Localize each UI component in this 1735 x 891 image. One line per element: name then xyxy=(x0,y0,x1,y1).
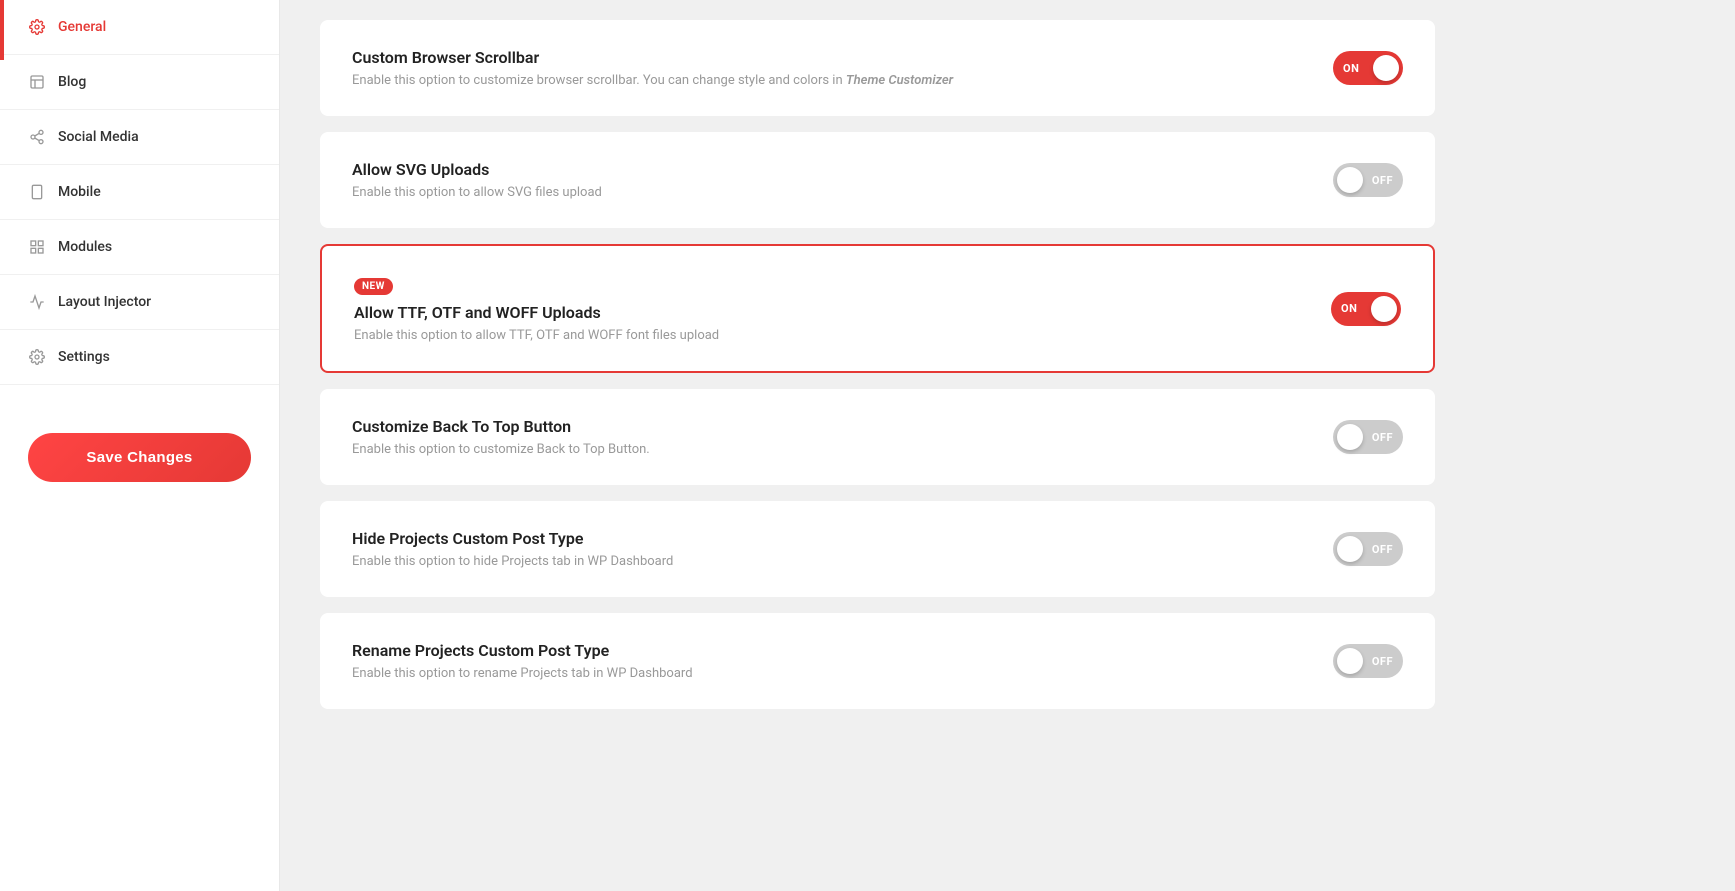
sidebar-item-settings[interactable]: Settings xyxy=(0,330,279,385)
toggle-container-allow-svg: OFF xyxy=(1333,163,1403,197)
card-text-allow-ttf-otf-woff: NEW Allow TTF, OTF and WOFF Uploads Enab… xyxy=(354,274,719,343)
card-text-allow-svg: Allow SVG Uploads Enable this option to … xyxy=(352,160,602,200)
card-title-rename-projects: Rename Projects Custom Post Type xyxy=(352,641,693,660)
save-changes-button[interactable]: Save Changes xyxy=(28,433,251,482)
card-text-rename-projects: Rename Projects Custom Post Type Enable … xyxy=(352,641,693,681)
toggle-knob xyxy=(1371,296,1397,322)
toggle-hide-projects[interactable]: OFF xyxy=(1333,532,1403,566)
card-desc-allow-ttf-otf-woff: Enable this option to allow TTF, OTF and… xyxy=(354,328,719,343)
toggle-knob xyxy=(1373,55,1399,81)
modules-icon xyxy=(28,238,46,256)
card-title-allow-svg: Allow SVG Uploads xyxy=(352,160,602,179)
card-desc-rename-projects: Enable this option to rename Projects ta… xyxy=(352,666,693,681)
toggle-container-back-to-top: OFF xyxy=(1333,420,1403,454)
blog-icon xyxy=(28,73,46,91)
sidebar-item-mobile[interactable]: Mobile xyxy=(0,165,279,220)
card-title-back-to-top: Customize Back To Top Button xyxy=(352,417,650,436)
sidebar-item-modules-label: Modules xyxy=(58,239,112,255)
card-title-custom-browser-scrollbar: Custom Browser Scrollbar xyxy=(352,48,953,67)
sidebar-item-social-media[interactable]: Social Media xyxy=(0,110,279,165)
sidebar-item-blog-label: Blog xyxy=(58,74,86,90)
toggle-label-off: OFF xyxy=(1372,431,1393,444)
sidebar-item-layout-injector-label: Layout Injector xyxy=(58,294,151,310)
toggle-allow-svg[interactable]: OFF xyxy=(1333,163,1403,197)
toggle-label-off: OFF xyxy=(1372,543,1393,556)
card-desc-custom-browser-scrollbar: Enable this option to customize browser … xyxy=(352,73,953,88)
sidebar-item-general[interactable]: General xyxy=(0,0,279,55)
toggle-knob xyxy=(1337,648,1363,674)
card-text-hide-projects: Hide Projects Custom Post Type Enable th… xyxy=(352,529,673,569)
card-title-allow-ttf-otf-woff: Allow TTF, OTF and WOFF Uploads xyxy=(354,303,719,322)
save-button-container: Save Changes xyxy=(0,405,279,510)
toggle-custom-browser-scrollbar[interactable]: ON xyxy=(1333,51,1403,85)
gear-icon xyxy=(28,18,46,36)
toggle-back-to-top[interactable]: OFF xyxy=(1333,420,1403,454)
setting-card-allow-svg: Allow SVG Uploads Enable this option to … xyxy=(320,132,1435,228)
setting-card-hide-projects: Hide Projects Custom Post Type Enable th… xyxy=(320,501,1435,597)
toggle-label-on: ON xyxy=(1343,62,1359,75)
toggle-container-rename-projects: OFF xyxy=(1333,644,1403,678)
toggle-label-off: OFF xyxy=(1372,655,1393,668)
toggle-rename-projects[interactable]: OFF xyxy=(1333,644,1403,678)
active-indicator xyxy=(0,0,4,60)
toggle-allow-ttf-otf-woff[interactable]: ON xyxy=(1331,292,1401,326)
toggle-container-allow-ttf-otf-woff: ON xyxy=(1331,292,1401,326)
card-text-custom-browser-scrollbar: Custom Browser Scrollbar Enable this opt… xyxy=(352,48,953,88)
toggle-knob xyxy=(1337,167,1363,193)
setting-card-back-to-top: Customize Back To Top Button Enable this… xyxy=(320,389,1435,485)
toggle-knob xyxy=(1337,424,1363,450)
layout-icon xyxy=(28,293,46,311)
toggle-label-off: OFF xyxy=(1372,174,1393,187)
sidebar-item-settings-label: Settings xyxy=(58,349,110,365)
setting-card-allow-ttf-otf-woff: NEW Allow TTF, OTF and WOFF Uploads Enab… xyxy=(320,244,1435,373)
card-text-back-to-top: Customize Back To Top Button Enable this… xyxy=(352,417,650,457)
card-desc-back-to-top: Enable this option to customize Back to … xyxy=(352,442,650,457)
sidebar-item-general-label: General xyxy=(58,19,106,35)
sidebar: General Blog Social Media xyxy=(0,0,280,891)
right-panel xyxy=(1475,0,1735,891)
toggle-knob xyxy=(1337,536,1363,562)
card-desc-hide-projects: Enable this option to hide Projects tab … xyxy=(352,554,673,569)
setting-card-rename-projects: Rename Projects Custom Post Type Enable … xyxy=(320,613,1435,709)
toggle-label-on: ON xyxy=(1341,302,1357,315)
card-desc-allow-svg: Enable this option to allow SVG files up… xyxy=(352,185,602,200)
sidebar-item-mobile-label: Mobile xyxy=(58,184,101,200)
card-title-hide-projects: Hide Projects Custom Post Type xyxy=(352,529,673,548)
sidebar-item-social-media-label: Social Media xyxy=(58,129,139,145)
sidebar-item-blog[interactable]: Blog xyxy=(0,55,279,110)
sidebar-item-layout-injector[interactable]: Layout Injector xyxy=(0,275,279,330)
settings-icon xyxy=(28,348,46,366)
mobile-icon xyxy=(28,183,46,201)
main-content: Custom Browser Scrollbar Enable this opt… xyxy=(280,0,1475,891)
toggle-container-hide-projects: OFF xyxy=(1333,532,1403,566)
share-icon xyxy=(28,128,46,146)
setting-card-custom-browser-scrollbar: Custom Browser Scrollbar Enable this opt… xyxy=(320,20,1435,116)
sidebar-item-modules[interactable]: Modules xyxy=(0,220,279,275)
toggle-container-custom-browser-scrollbar: ON xyxy=(1333,51,1403,85)
new-badge: NEW xyxy=(354,278,393,295)
